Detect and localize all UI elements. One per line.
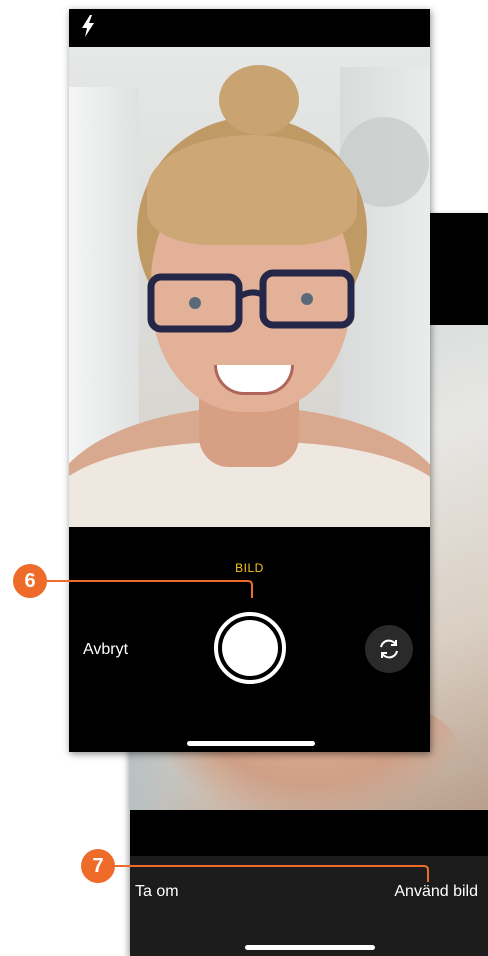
subject-fringe [147,135,357,245]
subject-hair-bun [219,65,299,135]
home-indicator[interactable] [187,741,315,746]
shutter-button[interactable] [214,612,286,684]
retake-button[interactable]: Ta om [135,883,179,901]
camera-screen: BILD Avbryt [69,9,430,752]
flip-camera-button[interactable] [365,625,413,673]
use-photo-button[interactable]: Använd bild [394,883,478,901]
callout-badge-6: 6 [13,564,47,598]
camera-controls: BILD Avbryt [69,527,430,752]
flash-icon[interactable] [81,15,95,37]
mode-label-photo[interactable]: BILD [69,561,430,575]
callout-badge-7: 7 [81,849,115,883]
home-indicator[interactable] [245,945,375,950]
camera-top-bar [69,9,430,47]
glasses-icon [147,269,355,333]
camera-viewfinder [69,47,430,527]
cancel-button[interactable]: Avbryt [83,641,128,659]
shutter-button-icon [222,620,278,676]
review-toolbar [130,856,488,956]
flip-camera-icon [380,639,398,659]
